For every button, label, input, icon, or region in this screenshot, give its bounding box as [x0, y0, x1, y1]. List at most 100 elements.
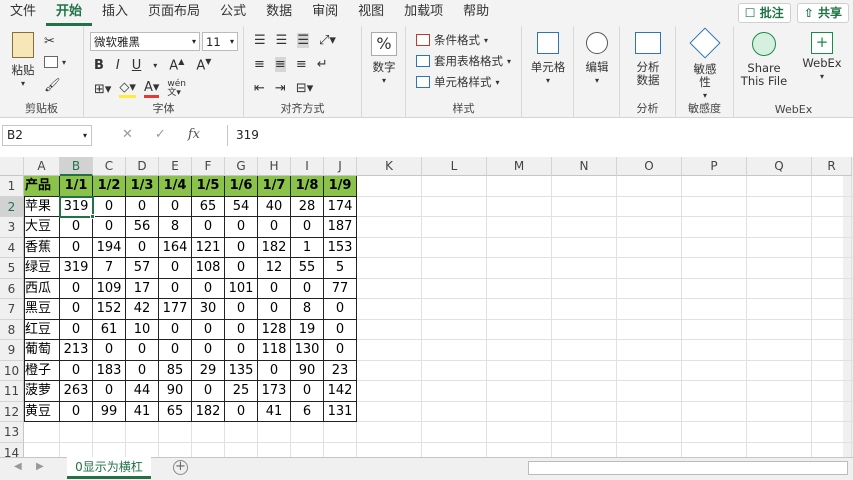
table-cell[interactable]: 8	[159, 217, 192, 238]
table-cell[interactable]: 0	[93, 381, 126, 402]
number-format-button[interactable]: % 数字 ▾	[366, 32, 402, 87]
table-cell[interactable]: 黄豆	[24, 401, 60, 422]
table-cell[interactable]: 131	[324, 401, 357, 422]
grow-font-icon[interactable]: A▲	[169, 57, 184, 73]
analyze-data-button[interactable]: 分析 数据	[624, 32, 672, 87]
table-header-cell[interactable]: 产品	[24, 176, 60, 197]
table-cell[interactable]: 42	[126, 299, 159, 320]
table-cell[interactable]: 173	[258, 381, 291, 402]
table-cell[interactable]: 0	[225, 237, 258, 258]
table-cell[interactable]: 40	[258, 196, 291, 217]
name-box[interactable]: B2 ▾	[2, 125, 92, 146]
align-right-icon[interactable]: ≡	[296, 57, 307, 72]
table-cell[interactable]: 28	[291, 196, 324, 217]
table-cell[interactable]: 187	[324, 217, 357, 238]
table-header-cell[interactable]: 1/3	[126, 176, 159, 197]
table-cell[interactable]: 23	[324, 360, 357, 381]
table-cell[interactable]: 319	[60, 258, 93, 279]
fill-color-icon[interactable]: ◇▾	[119, 80, 136, 98]
table-cell[interactable]: 121	[192, 237, 225, 258]
table-cell[interactable]: 西瓜	[24, 278, 60, 299]
scroll-right-icon[interactable]: ▶	[36, 461, 44, 472]
table-cell[interactable]: 0	[126, 237, 159, 258]
table-cell[interactable]: 118	[258, 340, 291, 361]
table-cell[interactable]: 0	[126, 196, 159, 217]
align-center-icon[interactable]: ≡	[274, 57, 286, 72]
table-cell[interactable]: 0	[159, 340, 192, 361]
webex-button[interactable]: + WebEx ▾	[796, 32, 848, 83]
table-cell[interactable]: 194	[93, 237, 126, 258]
table-cell[interactable]: 263	[60, 381, 93, 402]
row-header[interactable]: 11	[0, 381, 24, 402]
table-cell[interactable]: 17	[126, 278, 159, 299]
column-header[interactable]: M	[487, 157, 552, 176]
sheet-tab[interactable]: 0显示为横杠	[67, 457, 151, 479]
spreadsheet-grid[interactable]: A B C D E F G H I J K L M N O P Q R 1 2 3 4 5 6 7 8 9 10 11 12 13 14 产品 1…	[0, 157, 853, 457]
font-color-icon[interactable]: A▾	[143, 80, 160, 98]
table-cell[interactable]: 7	[93, 258, 126, 279]
table-cell[interactable]: 0	[291, 278, 324, 299]
table-cell[interactable]: 0	[126, 360, 159, 381]
table-cell[interactable]: 25	[225, 381, 258, 402]
row-header[interactable]: 3	[0, 217, 24, 238]
table-cell[interactable]: 44	[126, 381, 159, 402]
table-cell[interactable]: 99	[93, 401, 126, 422]
bold-button[interactable]: B	[94, 58, 104, 73]
table-cell[interactable]: 0	[159, 278, 192, 299]
table-header-cell[interactable]: 1/9	[324, 176, 357, 197]
menu-tab[interactable]: 数据	[256, 0, 302, 26]
table-cell[interactable]: 0	[60, 360, 93, 381]
column-header[interactable]: Q	[747, 157, 812, 176]
row-header[interactable]: 10	[0, 360, 24, 381]
table-cell[interactable]: 0	[93, 340, 126, 361]
cell-style-button[interactable]: 单元格样式 ▾	[416, 74, 500, 90]
menu-tab[interactable]: 视图	[348, 0, 394, 26]
orientation-icon[interactable]: ⤢▾	[319, 33, 336, 48]
align-left-icon[interactable]: ≡	[254, 57, 265, 72]
column-header[interactable]: C	[93, 157, 126, 176]
table-cell[interactable]: 0	[324, 299, 357, 320]
row-header[interactable]: 13	[0, 422, 24, 443]
column-header[interactable]: I	[291, 157, 324, 176]
table-cell[interactable]: 0	[60, 278, 93, 299]
table-cell[interactable]: 61	[93, 319, 126, 340]
table-cell[interactable]: 30	[192, 299, 225, 320]
table-header-cell[interactable]: 1/5	[192, 176, 225, 197]
merge-icon[interactable]: ⊟▾	[296, 81, 313, 96]
sensitivity-button[interactable]: 敏感 性 ▾	[682, 27, 728, 102]
add-sheet-icon[interactable]: +	[173, 460, 188, 475]
table-cell[interactable]: 135	[225, 360, 258, 381]
table-cell[interactable]: 0	[126, 340, 159, 361]
wrap-text-icon[interactable]: ↵	[317, 57, 328, 72]
table-cell[interactable]: 菠萝	[24, 381, 60, 402]
format-painter-button[interactable]: 🖌	[44, 78, 61, 93]
table-cell[interactable]: 8	[291, 299, 324, 320]
table-cell[interactable]: 0	[60, 319, 93, 340]
font-size-select[interactable]: 11 ▾	[202, 32, 238, 51]
fill-handle[interactable]	[90, 214, 95, 219]
table-cell[interactable]: 0	[291, 381, 324, 402]
column-header[interactable]: G	[225, 157, 258, 176]
menu-tab[interactable]: 页面布局	[138, 0, 210, 26]
table-cell[interactable]: 大豆	[24, 217, 60, 238]
menu-tab[interactable]: 公式	[210, 0, 256, 26]
share-button[interactable]: ⇧ 共享	[796, 3, 849, 23]
column-header[interactable]: P	[682, 157, 747, 176]
chevron-down-icon[interactable]: ▾	[153, 61, 157, 70]
cut-button[interactable]: ✂	[44, 34, 55, 49]
table-cell[interactable]: 0	[159, 258, 192, 279]
menu-tab[interactable]: 帮助	[453, 0, 499, 26]
column-header[interactable]: D	[126, 157, 159, 176]
table-cell[interactable]: 黑豆	[24, 299, 60, 320]
menu-tab[interactable]: 审阅	[302, 0, 348, 26]
row-header[interactable]: 4	[0, 237, 24, 258]
table-cell[interactable]: 0	[258, 360, 291, 381]
table-cell[interactable]: 0	[324, 340, 357, 361]
table-cell[interactable]: 0	[60, 217, 93, 238]
table-cell[interactable]: 90	[159, 381, 192, 402]
table-cell[interactable]: 109	[93, 278, 126, 299]
table-cell[interactable]: 0	[192, 340, 225, 361]
table-format-button[interactable]: 套用表格格式 ▾	[416, 53, 511, 69]
row-header[interactable]: 5	[0, 258, 24, 279]
column-header[interactable]: R	[812, 157, 852, 176]
